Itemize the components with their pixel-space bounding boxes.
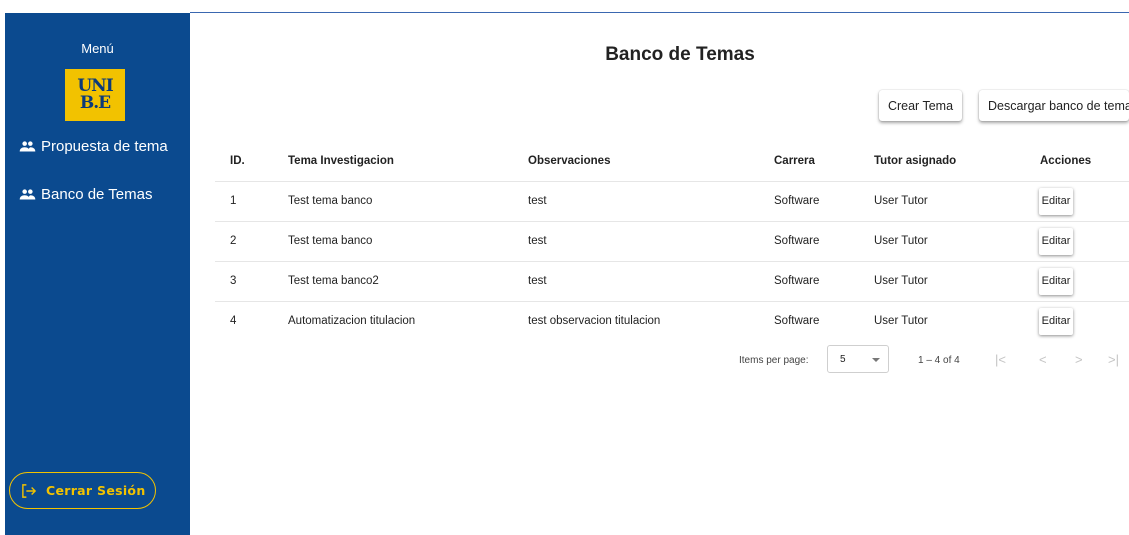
column-header-tutor: Tutor asignado <box>874 154 957 167</box>
last-page-button[interactable]: >| <box>1108 352 1119 367</box>
cell-tema: Test tema banco <box>288 180 528 221</box>
cell-carrera: Software <box>774 300 874 341</box>
column-header-observaciones: Observaciones <box>528 154 611 167</box>
cell-tema: Test tema banco <box>288 220 528 261</box>
topics-table: ID. Tema Investigacion Observaciones Car… <box>215 141 1129 341</box>
edit-button[interactable]: Editar <box>1039 227 1073 255</box>
table-row: 3 Test tema banco2 test Software User Tu… <box>215 260 1129 301</box>
cell-observaciones: test observacion titulacion <box>528 300 774 341</box>
cell-id: 1 <box>215 180 288 221</box>
cell-observaciones: test <box>528 260 774 301</box>
logout-icon <box>22 483 37 498</box>
column-header-tema: Tema Investigacion <box>288 154 394 167</box>
cell-id: 4 <box>215 300 288 341</box>
page-range-label: 1 – 4 of 4 <box>918 355 960 366</box>
edit-button[interactable]: Editar <box>1039 267 1073 295</box>
table-header-row: ID. Tema Investigacion Observaciones Car… <box>215 141 1129 181</box>
cell-id: 3 <box>215 260 288 301</box>
previous-page-button[interactable]: < <box>1039 352 1047 367</box>
cell-tema: Automatizacion titulacion <box>288 300 528 341</box>
cell-tutor: User Tutor <box>874 300 1006 341</box>
paginator: Items per page: 5 1 – 4 of 4 |< < > >| <box>0 345 1129 375</box>
edit-button[interactable]: Editar <box>1039 307 1073 335</box>
cell-acciones: Editar <box>1006 260 1129 301</box>
cell-acciones: Editar <box>1006 220 1129 261</box>
top-divider <box>190 12 1129 13</box>
cell-carrera: Software <box>774 180 874 221</box>
column-header-acciones-label: Acciones <box>1040 154 1092 167</box>
column-header-id: ID. <box>230 154 245 167</box>
cell-tutor: User Tutor <box>874 260 1006 301</box>
group-icon <box>19 141 36 152</box>
sidebar-item-banco-de-temas[interactable]: Banco de Temas <box>19 186 152 203</box>
next-page-button[interactable]: > <box>1075 352 1083 367</box>
caret-down-icon <box>872 358 880 362</box>
edit-button[interactable]: Editar <box>1039 187 1073 215</box>
create-topic-button[interactable]: Crear Tema <box>879 90 962 121</box>
cell-observaciones: test <box>528 180 774 221</box>
items-per-page-label: Items per page: <box>739 355 809 366</box>
table-row: 2 Test tema banco test Software User Tut… <box>215 220 1129 261</box>
sidebar-item-propuesta-de-tema[interactable]: Propuesta de tema <box>19 138 168 155</box>
page-size-value: 5 <box>840 354 846 365</box>
page-title: Banco de Temas <box>605 44 755 65</box>
cell-tutor: User Tutor <box>874 180 1006 221</box>
cell-tema: Test tema banco2 <box>288 260 528 301</box>
logout-button[interactable]: Cerrar Sesión <box>9 472 156 509</box>
menu-title: Menú <box>81 41 114 56</box>
cell-observaciones: test <box>528 220 774 261</box>
page-size-select[interactable]: 5 <box>827 345 889 373</box>
table-row: 4 Automatizacion titulacion test observa… <box>215 300 1129 341</box>
sidebar-item-label: Banco de Temas <box>41 186 153 203</box>
cell-id: 2 <box>215 220 288 261</box>
group-icon <box>19 189 36 200</box>
column-header-acciones: Acciones <box>1006 141 1129 181</box>
sidebar-item-label: Propuesta de tema <box>41 138 168 155</box>
cell-carrera: Software <box>774 260 874 301</box>
cell-acciones: Editar <box>1006 180 1129 221</box>
first-page-button[interactable]: |< <box>995 352 1006 367</box>
logo-line-2: B.E <box>79 93 111 113</box>
sidebar: Menú UNI B.E Propuesta de tema Banco de … <box>5 13 190 535</box>
logout-label: Cerrar Sesión <box>46 483 146 498</box>
cell-acciones: Editar <box>1006 300 1129 341</box>
column-header-carrera: Carrera <box>774 154 815 167</box>
download-topics-button[interactable]: Descargar banco de tema <box>979 90 1129 121</box>
unibe-logo: UNI B.E <box>65 69 125 121</box>
cell-tutor: User Tutor <box>874 220 1006 261</box>
table-row: 1 Test tema banco test Software User Tut… <box>215 180 1129 221</box>
cell-carrera: Software <box>774 220 874 261</box>
